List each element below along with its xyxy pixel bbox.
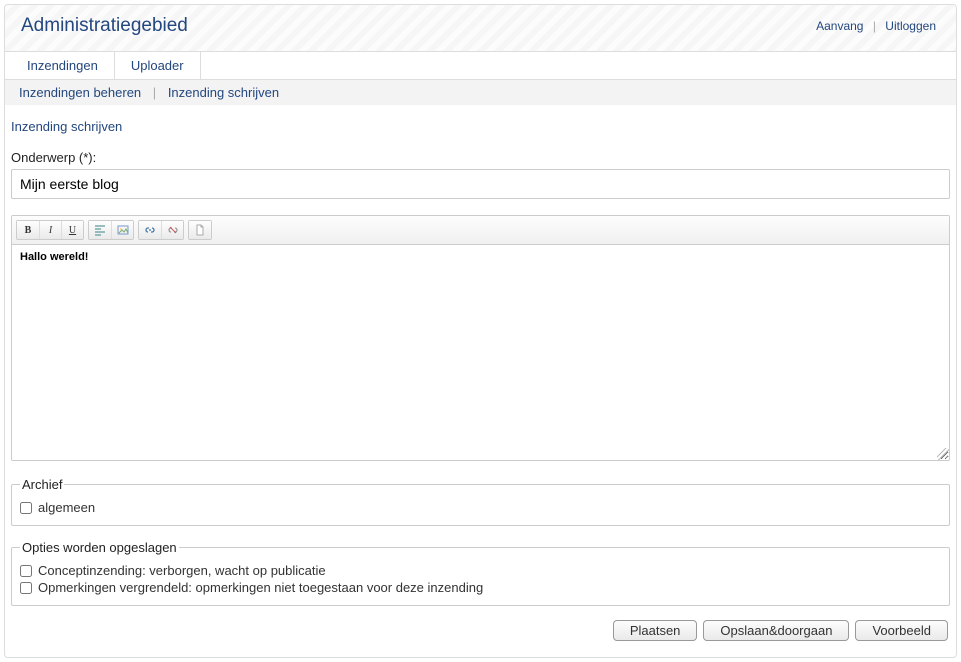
underline-button[interactable]: U xyxy=(61,221,83,239)
page-title: Administratiegebied xyxy=(21,15,188,37)
archive-fieldset: Archief algemeen xyxy=(11,477,950,526)
subtabs: Inzendingen beheren | Inzending schrijve… xyxy=(5,80,956,105)
align-left-button[interactable] xyxy=(89,221,111,239)
document-button[interactable] xyxy=(189,221,211,239)
logout-link[interactable]: Uitloggen xyxy=(885,19,936,33)
subject-label: Onderwerp (*): xyxy=(11,150,950,165)
editor-body[interactable]: Hallo wereld! xyxy=(12,245,949,460)
option-draft-row: Conceptinzending: verborgen, wacht op pu… xyxy=(20,563,941,578)
separator: | xyxy=(873,19,876,33)
option-draft-label: Conceptinzending: verborgen, wacht op pu… xyxy=(38,563,326,578)
tool-group-link xyxy=(138,220,184,240)
editor-content: Hallo wereld! xyxy=(20,251,88,263)
link-button[interactable] xyxy=(139,221,161,239)
option-comments-row: Opmerkingen vergrendeld: opmerkingen nie… xyxy=(20,580,941,595)
tab-submissions[interactable]: Inzendingen xyxy=(11,52,115,79)
tool-group-doc xyxy=(188,220,212,240)
tool-group-format: B I U xyxy=(16,220,84,240)
header: Administratiegebied Aanvang | Uitloggen xyxy=(5,5,956,52)
unlink-button[interactable] xyxy=(161,221,183,239)
options-legend: Opties worden opgeslagen xyxy=(20,540,179,555)
tab-uploader[interactable]: Uploader xyxy=(115,52,201,79)
tabs: Inzendingen Uploader xyxy=(5,52,956,80)
subject-input[interactable] xyxy=(11,169,950,199)
archive-legend: Archief xyxy=(20,477,64,492)
option-comments-label: Opmerkingen vergrendeld: opmerkingen nie… xyxy=(38,580,483,595)
content-area: Inzending schrijven Onderwerp (*): B I U xyxy=(5,105,956,657)
save-continue-button[interactable]: Opslaan&doorgaan xyxy=(703,620,849,641)
header-links: Aanvang | Uitloggen xyxy=(812,19,940,33)
separator: | xyxy=(153,85,156,100)
options-fieldset: Opties worden opgeslagen Conceptinzendin… xyxy=(11,540,950,606)
start-link[interactable]: Aanvang xyxy=(816,19,863,33)
italic-button[interactable]: I xyxy=(39,221,61,239)
publish-button[interactable]: Plaatsen xyxy=(613,620,698,641)
editor: B I U xyxy=(11,215,950,461)
image-button[interactable] xyxy=(111,221,133,239)
archive-category-checkbox[interactable] xyxy=(20,502,32,514)
archive-category-label: algemeen xyxy=(38,500,95,515)
subtab-manage[interactable]: Inzendingen beheren xyxy=(19,85,141,100)
option-draft-checkbox[interactable] xyxy=(20,565,32,577)
preview-button[interactable]: Voorbeeld xyxy=(855,620,948,641)
archive-category-row: algemeen xyxy=(20,500,941,515)
subtab-write[interactable]: Inzending schrijven xyxy=(168,85,279,100)
resize-handle[interactable] xyxy=(937,448,949,460)
editor-toolbar: B I U xyxy=(12,216,949,245)
tool-group-align xyxy=(88,220,134,240)
bold-button[interactable]: B xyxy=(17,221,39,239)
button-row: Plaatsen Opslaan&doorgaan Voorbeeld xyxy=(11,620,950,645)
admin-container: Administratiegebied Aanvang | Uitloggen … xyxy=(4,4,957,658)
page-heading: Inzending schrijven xyxy=(11,119,950,134)
option-comments-checkbox[interactable] xyxy=(20,582,32,594)
